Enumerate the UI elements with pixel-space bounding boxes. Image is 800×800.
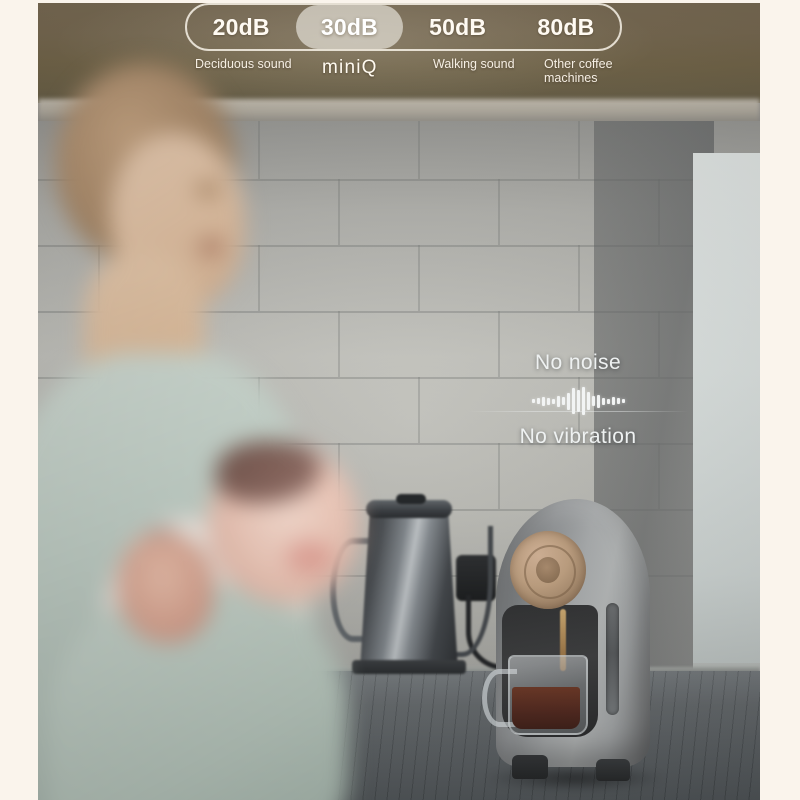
far-right-tiles	[693, 153, 760, 693]
caption-miniq: miniQ	[322, 57, 378, 78]
machine-foot-left	[512, 755, 548, 779]
mug-coffee-fill	[512, 687, 580, 729]
woman-lips	[198, 239, 224, 255]
noise-option-20db[interactable]: 20dB	[188, 5, 294, 49]
noise-option-50db[interactable]: 50dB	[405, 5, 511, 49]
caption-walking-sound: Walking sound	[433, 57, 515, 71]
water-level-window	[606, 603, 619, 715]
noise-option-30db[interactable]: 30dB	[296, 5, 403, 49]
person-icon	[38, 63, 378, 800]
noise-option-80db[interactable]: 80dB	[513, 5, 619, 49]
screenshot-frame: 20dB 30dB 50dB 80dB Deciduous sound mini…	[0, 0, 800, 800]
coffee-pod-logo	[536, 557, 560, 583]
caption-deciduous-sound: Deciduous sound	[195, 57, 292, 71]
noise-scale-selector[interactable]: 20dB 30dB 50dB 80dB	[185, 3, 622, 51]
caption-other-coffee-machines: Other coffee machines	[544, 57, 613, 85]
coffee-machine-icon	[468, 493, 668, 800]
machine-foot-right	[596, 759, 630, 781]
woman-brow	[195, 183, 221, 196]
baby-cheek	[286, 541, 332, 573]
noise-scale-captions: Deciduous sound miniQ Walking sound Othe…	[185, 57, 645, 97]
kettle-knob	[396, 494, 426, 504]
product-photo: 20dB 30dB 50dB 80dB Deciduous sound mini…	[38, 3, 760, 800]
baby-hand	[118, 533, 214, 643]
